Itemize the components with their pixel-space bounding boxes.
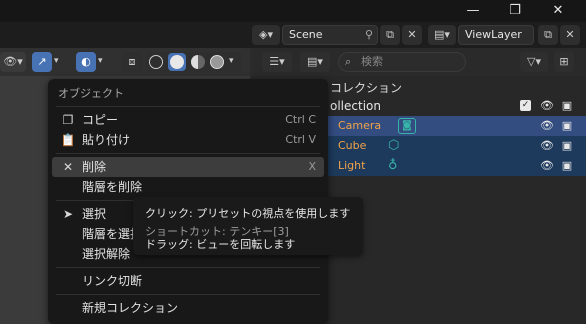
menu-item-label: リンク切断 [82, 274, 143, 288]
eye-icon[interactable]: 👁 [540, 160, 554, 172]
menu-item-delete-hierarchy[interactable]: 階層を削除 [52, 177, 324, 197]
menu-item-label: 階層を削除 [82, 180, 143, 194]
camera-render-icon[interactable]: ▣ [560, 100, 574, 112]
camera-render-icon[interactable]: ▣ [560, 120, 574, 132]
new-scene-icon[interactable]: ⧉ [380, 25, 400, 45]
scene-selector-icon[interactable]: ◈▾ [252, 25, 280, 45]
scene-name-field[interactable]: Scene ⚲ [282, 25, 378, 45]
material-shading-icon[interactable] [191, 55, 205, 69]
menu-separator [56, 294, 320, 295]
paste-icon: 📋 [60, 133, 76, 147]
mesh-data-icon[interactable]: ⬡ [388, 138, 399, 153]
menu-separator [56, 153, 320, 154]
top-bar: ◈▾ Scene ⚲ ⧉ ✕ ▤▾ ViewLayer ⧉ ✕ [0, 22, 586, 48]
object-name: Cube [338, 139, 367, 152]
menu-item-unlink[interactable]: リンク切断 [52, 271, 324, 291]
light-data-icon[interactable]: ♁ [388, 158, 398, 173]
menu-separator [56, 106, 320, 107]
menu-item-label: 削除 [82, 160, 107, 174]
tooltip-line-3: ドラッグ: ビューを回転します [145, 238, 296, 251]
camera-render-icon[interactable]: ▣ [560, 140, 574, 152]
camera-data-icon[interactable]: ◙ [398, 118, 416, 134]
menu-item-label: 選択 [82, 207, 107, 221]
shortcut-label: X [308, 160, 316, 173]
chevron-down-icon[interactable]: ▾ [98, 56, 103, 66]
delete-icon: ✕ [62, 160, 74, 174]
solid-shading-button[interactable] [168, 53, 186, 71]
camera-render-icon[interactable]: ▣ [560, 160, 574, 172]
window-title-bar: — ❐ ✕ [0, 0, 586, 22]
shortcut-label: Ctrl C [285, 113, 316, 126]
maximize-icon[interactable]: ❐ [506, 2, 524, 20]
rendered-shading-icon[interactable] [210, 55, 224, 69]
menu-item-label: 新規コレクション [82, 301, 179, 315]
view-layer-selector-icon[interactable]: ▤▾ [428, 25, 456, 45]
new-collection-icon[interactable]: ⊞ [554, 52, 574, 72]
object-name: Camera [338, 119, 382, 132]
overlay-toggle-icon[interactable]: ◐ [76, 52, 96, 72]
delete-scene-icon[interactable]: ✕ [402, 25, 422, 45]
minimize-icon[interactable]: — [464, 2, 482, 20]
cursor-icon: ➤ [62, 207, 74, 221]
viewport-header: 👁▾ ↗ ▾ ◐ ▾ ⧈ ▾ [0, 48, 250, 76]
editor-type-icon[interactable]: ☰▾ [262, 52, 292, 72]
eye-icon[interactable]: 👁 [540, 100, 554, 112]
scene-name: Scene [289, 28, 323, 41]
outliner-title: コレクション [330, 81, 403, 95]
menu-item-delete[interactable]: ✕ 削除 X [52, 157, 324, 177]
new-view-layer-icon[interactable]: ⧉ [538, 25, 558, 45]
outliner-header: ☰▾ ▤▾ ⌕ 検索 ▽▾ ⊞ [254, 48, 586, 76]
eye-icon[interactable]: 👁 [540, 120, 554, 132]
search-icon: ⌕ [345, 55, 352, 68]
view-layer-name: ViewLayer [465, 28, 522, 41]
tooltip-line-1: クリック: プリセットの視点を使用します [145, 207, 351, 220]
wireframe-shading-icon[interactable] [149, 55, 163, 69]
menu-separator [56, 267, 320, 268]
solid-shading-icon [170, 55, 184, 69]
menu-item-label: コピー [82, 113, 119, 127]
menu-item-label: 選択解除 [82, 247, 131, 261]
gizmo-toggle-icon[interactable]: ↗ [32, 52, 52, 72]
copy-icon: ❐ [62, 113, 74, 127]
menu-item-new-collection[interactable]: 新規コレクション [52, 298, 324, 318]
chevron-down-icon[interactable]: ▾ [229, 56, 234, 66]
search-input[interactable]: ⌕ 検索 [338, 52, 466, 72]
close-icon[interactable]: ✕ [549, 2, 567, 20]
search-placeholder: 検索 [361, 55, 383, 68]
menu-item-label: 貼り付け [82, 133, 131, 147]
exclude-checkbox[interactable]: ✓ [520, 100, 531, 111]
display-mode-icon[interactable]: ▤▾ [300, 52, 330, 72]
menu-item-copy[interactable]: ❐ コピー Ctrl C [52, 110, 324, 130]
xray-toggle-icon[interactable]: ⧈ [122, 52, 142, 72]
collection-label: ollection [330, 99, 381, 113]
view-layer-field[interactable]: ViewLayer [458, 25, 534, 45]
shortcut-label: Ctrl V [285, 133, 316, 146]
menu-item-paste[interactable]: 📋 貼り付け Ctrl V [52, 130, 324, 150]
pin-icon[interactable]: ⚲ [365, 26, 373, 44]
chevron-down-icon[interactable]: ▾ [54, 56, 59, 66]
menu-title: オブジェクト [58, 87, 124, 100]
object-name: Light [338, 159, 366, 172]
visibility-dropdown-icon[interactable]: 👁▾ [0, 52, 26, 72]
delete-view-layer-icon[interactable]: ✕ [560, 25, 580, 45]
tooltip: クリック: プリセットの視点を使用します ショートカット: テンキー[3] ドラ… [133, 197, 363, 255]
shading-modes: ▾ [146, 52, 242, 72]
eye-icon[interactable]: 👁 [540, 140, 554, 152]
filter-icon[interactable]: ▽▾ [520, 52, 548, 72]
